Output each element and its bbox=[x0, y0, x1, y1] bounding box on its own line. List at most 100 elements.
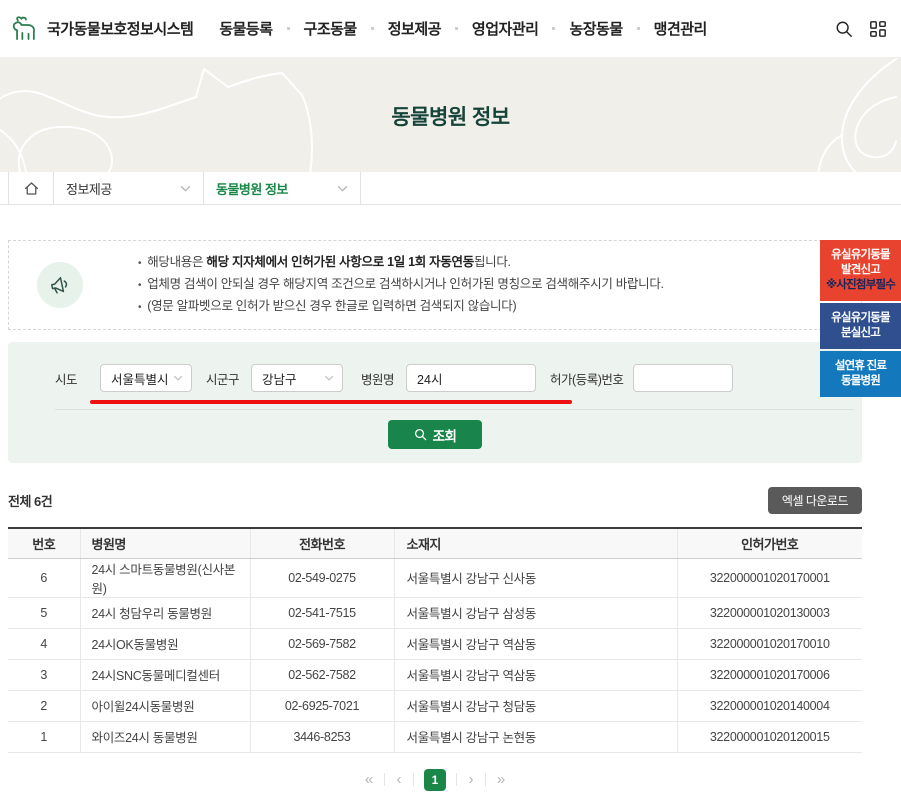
table-cell: 서울특별시 강남구 논현동 bbox=[393, 721, 677, 753]
table-header-cell: 전화번호 bbox=[249, 527, 394, 559]
nav-item-registration[interactable]: 동물등록 bbox=[219, 18, 273, 39]
table-cell: 24시OK동물병원 bbox=[79, 628, 250, 660]
nav-item-info[interactable]: 정보제공 bbox=[388, 18, 442, 39]
pagination-prev-button[interactable]: ‹ bbox=[385, 771, 413, 788]
notice-box: 해당내용은 해당 지자체에서 인허가된 사항으로 1일 1회 자동연동됩니다. … bbox=[8, 240, 862, 330]
results-header: 전체 6건 엑셀 다운로드 bbox=[8, 487, 862, 514]
pagination-first-button[interactable]: « bbox=[354, 771, 384, 788]
table-header-cell: 소재지 bbox=[393, 527, 677, 559]
breadcrumb-home[interactable] bbox=[8, 172, 54, 204]
table-header: 번호 병원명 전화번호 소재지 인허가번호 bbox=[8, 527, 862, 559]
notice-line-1: 해당내용은 해당 지자체에서 인허가된 사항으로 1일 1회 자동연동됩니다. bbox=[138, 252, 664, 274]
main-content: 해당내용은 해당 지자체에서 인허가된 사항으로 1일 1회 자동연동됩니다. … bbox=[8, 240, 862, 791]
table-cell: 4 bbox=[8, 628, 80, 660]
table-body: 6 24시 스마트동물병원(신사본원) 02-549-0275 서울특별시 강남구 신… bbox=[8, 558, 862, 753]
pagination-last-button[interactable]: » bbox=[486, 771, 516, 788]
search-icon[interactable] bbox=[835, 20, 853, 38]
lost-animal-report-button[interactable]: 유실유기동물 분실신고 bbox=[820, 303, 901, 349]
table-cell: 6 bbox=[8, 558, 80, 598]
button-label: 발견신고 bbox=[840, 264, 881, 276]
red-annotation-underline bbox=[90, 400, 572, 404]
table-header-row: 번호 병원명 전화번호 소재지 인허가번호 bbox=[8, 527, 862, 559]
hospital-name-input[interactable] bbox=[406, 364, 537, 392]
table-cell: 1 bbox=[8, 721, 80, 753]
hospital-table: 번호 병원명 전화번호 소재지 인허가번호 6 24시 스마트동물병원(신사본원) 02-5… bbox=[8, 527, 862, 753]
table-cell: 02-541-7515 bbox=[249, 597, 394, 629]
table-row: 1 와이즈24시 동물병원 3446-8253 서울특별시 강남구 논현동 322000… bbox=[8, 721, 862, 753]
pagination-separator bbox=[413, 773, 414, 786]
nav-separator-dot bbox=[636, 27, 640, 30]
nav-item-farm[interactable]: 농장동물 bbox=[569, 18, 623, 39]
table-cell: 24시SNC동물메디컬센터 bbox=[79, 659, 250, 691]
pagination-page-1[interactable]: 1 bbox=[424, 768, 446, 791]
search-button-label: 조회 bbox=[432, 428, 457, 444]
menu-grid-icon[interactable] bbox=[869, 20, 887, 38]
excel-download-button[interactable]: 엑셀 다운로드 bbox=[767, 487, 862, 514]
button-label: 설연휴 진료 bbox=[834, 360, 887, 372]
table-cell: 02-549-0275 bbox=[249, 558, 394, 598]
found-animal-report-button[interactable]: 유실유기동물 발견신고 ※사진첨부필수 bbox=[820, 240, 901, 301]
table-cell: 서울특별시 강남구 삼성동 bbox=[393, 597, 677, 629]
chevron-down-icon bbox=[337, 185, 348, 192]
megaphone-icon bbox=[37, 262, 83, 308]
site-header: 국가동물보호정보시스템 동물등록 구조동물 정보제공 영업자관리 농장동물 맹견… bbox=[0, 0, 901, 57]
submit-row: 조회 bbox=[55, 420, 815, 449]
button-sublabel: ※사진첨부필수 bbox=[825, 279, 896, 291]
pagination-next-button[interactable]: › bbox=[457, 771, 485, 788]
sido-selected-value: 서울특별시 bbox=[111, 372, 169, 387]
table-cell: 322000001020170006 bbox=[676, 659, 862, 691]
license-number-input[interactable] bbox=[633, 364, 734, 392]
nav-item-dangerous-dog[interactable]: 맹견관리 bbox=[654, 18, 708, 39]
table-cell: 와이즈24시 동물병원 bbox=[79, 721, 250, 753]
sigungu-label: 시군구 bbox=[206, 372, 240, 387]
notice-text: 해당내용은 해당 지자체에서 인허가된 사항으로 1일 1회 자동연동됩니다. … bbox=[138, 252, 664, 318]
table-row: 4 24시OK동물병원 02-569-7582 서울특별시 강남구 역삼동 322000… bbox=[8, 628, 862, 660]
table-cell: 3 bbox=[8, 659, 80, 691]
logo-animal-icon bbox=[10, 15, 40, 42]
sigungu-select[interactable]: 강남구 bbox=[251, 364, 344, 392]
hero-banner: 동물병원 정보 bbox=[0, 57, 901, 172]
notice-line-2: 업체명 검색이 안되실 경우 해당지역 조건으로 검색하시거나 인허가된 명칭으… bbox=[138, 274, 664, 296]
table-cell: 322000001020120015 bbox=[676, 721, 862, 753]
nav-item-business[interactable]: 영업자관리 bbox=[472, 18, 539, 39]
total-count: 전체 6건 bbox=[8, 494, 53, 509]
header-icons bbox=[835, 20, 887, 38]
site-logo[interactable]: 국가동물보호정보시스템 bbox=[10, 15, 194, 42]
search-submit-button[interactable]: 조회 bbox=[387, 420, 483, 449]
table-cell: 5 bbox=[8, 597, 80, 629]
chevron-down-icon bbox=[324, 375, 334, 381]
breadcrumb-dropdown-hospital[interactable]: 동물병원 정보 bbox=[204, 172, 361, 204]
table-cell: 24시 스마트동물병원(신사본원) bbox=[79, 558, 250, 598]
breadcrumb-dropdown-info[interactable]: 정보제공 bbox=[54, 172, 204, 204]
chevron-down-icon bbox=[173, 375, 183, 381]
table-cell: 서울특별시 강남구 청담동 bbox=[393, 690, 677, 722]
floating-report-buttons: 유실유기동물 발견신고 ※사진첨부필수 유실유기동물 분실신고 설연휴 진료 동… bbox=[820, 240, 901, 397]
holiday-hospital-button[interactable]: 설연휴 진료 동물병원 bbox=[820, 351, 901, 397]
table-row: 3 24시SNC동물메디컬센터 02-562-7582 서울특별시 강남구 역삼동 32… bbox=[8, 659, 862, 691]
table-cell: 322000001020170001 bbox=[676, 558, 862, 598]
table-cell: 322000001020140004 bbox=[676, 690, 862, 722]
main-nav: 동물등록 구조동물 정보제공 영업자관리 농장동물 맹견관리 bbox=[219, 18, 707, 39]
breadcrumb-label: 정보제공 bbox=[66, 181, 112, 197]
table-cell: 서울특별시 강남구 신사동 bbox=[393, 558, 677, 598]
table-header-cell: 번호 bbox=[8, 527, 80, 559]
button-label: 분실신고 bbox=[840, 327, 881, 339]
nav-item-rescue[interactable]: 구조동물 bbox=[304, 18, 358, 39]
sido-select[interactable]: 서울특별시 bbox=[100, 364, 193, 392]
search-fields-row: 시도 서울특별시 시군구 강남구 병원명 허가(등록)번호 bbox=[55, 364, 862, 392]
nav-separator-dot bbox=[370, 27, 374, 30]
chevron-down-icon bbox=[180, 185, 191, 192]
logo-text: 국가동물보호정보시스템 bbox=[47, 21, 194, 38]
button-label: 유실유기동물 bbox=[831, 249, 890, 261]
table-row: 2 아이윌24시동물병원 02-6925-7021 서울특별시 강남구 청담동 3220… bbox=[8, 690, 862, 722]
table-cell: 02-6925-7021 bbox=[249, 690, 394, 722]
sido-label: 시도 bbox=[55, 372, 78, 387]
table-cell: 02-562-7582 bbox=[249, 659, 394, 691]
table-cell: 서울특별시 강남구 역삼동 bbox=[393, 628, 677, 660]
pagination: « ‹ 1 › » bbox=[8, 768, 862, 791]
table-header-cell: 병원명 bbox=[79, 527, 250, 559]
breadcrumb: 정보제공 동물병원 정보 bbox=[0, 172, 901, 205]
hospital-name-label: 병원명 bbox=[361, 372, 395, 387]
table-cell: 24시 청담우리 동물병원 bbox=[79, 597, 250, 629]
table-cell: 3446-8253 bbox=[249, 721, 394, 753]
